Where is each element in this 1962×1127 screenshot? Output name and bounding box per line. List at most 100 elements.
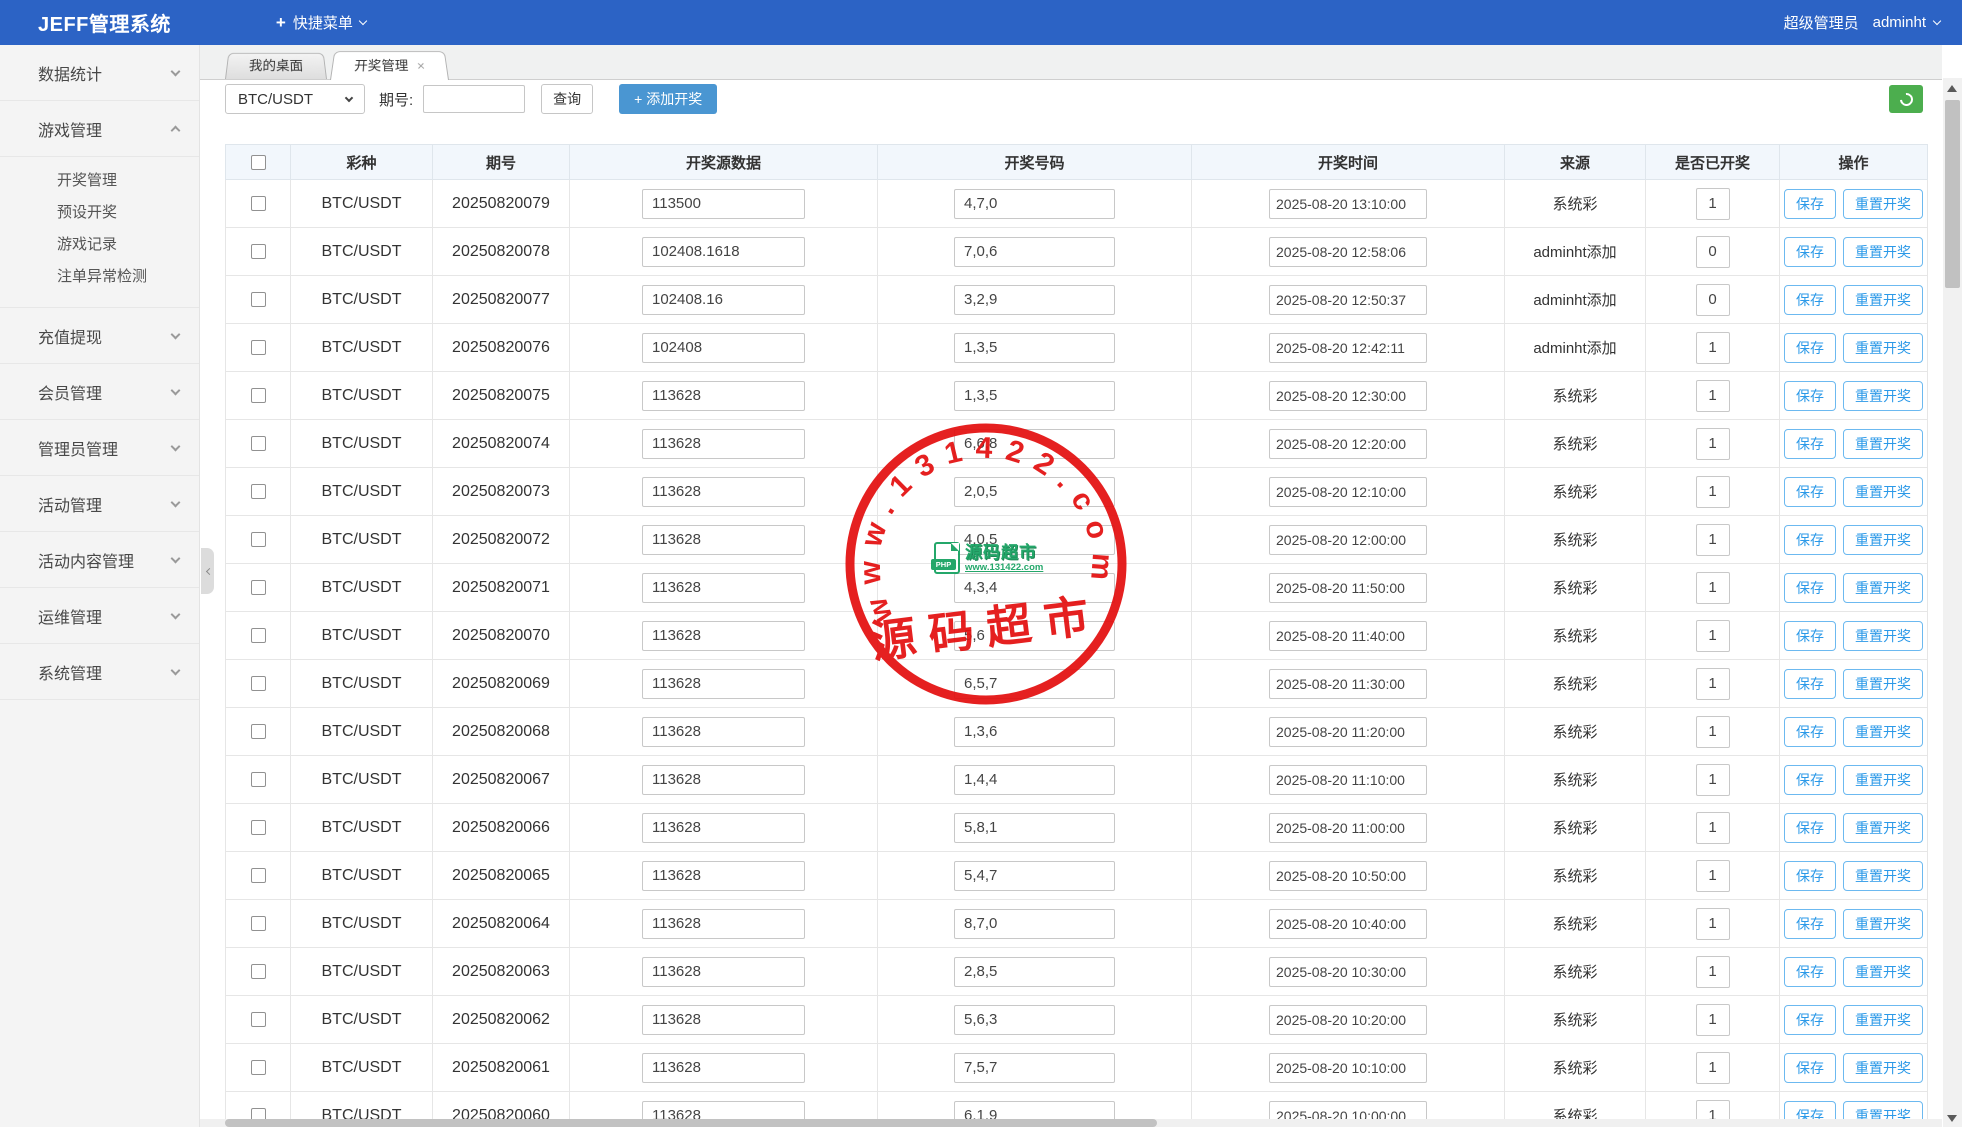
row-checkbox[interactable] [250,243,266,259]
issue-input[interactable] [423,85,526,113]
draw-time-input[interactable] [1269,236,1427,267]
row-checkbox[interactable] [250,1011,266,1027]
opened-flag-input[interactable] [1695,187,1730,220]
draw-numbers-input[interactable] [954,812,1115,843]
source-data-input[interactable] [642,284,805,315]
row-checkbox[interactable] [250,387,266,403]
quick-menu-button[interactable]: + 快捷菜单 [276,12,368,33]
draw-numbers-input[interactable] [954,572,1115,603]
source-data-input[interactable] [642,1004,805,1035]
save-button[interactable]: 保存 [1784,1004,1836,1035]
source-data-input[interactable] [642,524,805,555]
opened-flag-input[interactable] [1695,859,1730,892]
draw-time-input[interactable] [1269,428,1427,459]
source-data-input[interactable] [642,860,805,891]
opened-flag-input[interactable] [1695,955,1730,988]
draw-numbers-input[interactable] [954,908,1115,939]
reset-draw-button[interactable]: 重置开奖 [1843,236,1923,267]
source-data-input[interactable] [642,620,805,651]
save-button[interactable]: 保存 [1784,1052,1836,1083]
row-checkbox[interactable] [250,771,266,787]
draw-time-input[interactable] [1269,860,1427,891]
source-data-input[interactable] [642,1052,805,1083]
row-checkbox[interactable] [250,1059,266,1075]
reset-draw-button[interactable]: 重置开奖 [1843,476,1923,507]
opened-flag-input[interactable] [1695,811,1730,844]
lottery-select[interactable]: BTC/USDT [225,84,365,114]
sidebar-section-3[interactable]: 会员管理 [0,364,199,420]
vertical-scrollbar[interactable] [1943,78,1962,1127]
scroll-down-arrow-icon[interactable] [1947,1115,1957,1122]
sidebar-section-6[interactable]: 活动内容管理 [0,532,199,588]
sidebar-section-5[interactable]: 活动管理 [0,476,199,532]
save-button[interactable]: 保存 [1784,620,1836,651]
save-button[interactable]: 保存 [1784,956,1836,987]
draw-time-input[interactable] [1269,956,1427,987]
save-button[interactable]: 保存 [1784,908,1836,939]
sidebar-section-2[interactable]: 充值提现 [0,308,199,364]
source-data-input[interactable] [642,428,805,459]
draw-numbers-input[interactable] [954,380,1115,411]
save-button[interactable]: 保存 [1784,524,1836,555]
opened-flag-input[interactable] [1695,235,1730,268]
draw-time-input[interactable] [1269,524,1427,555]
query-button[interactable]: 查询 [541,84,594,114]
source-data-input[interactable] [642,188,805,219]
opened-flag-input[interactable] [1695,619,1730,652]
opened-flag-input[interactable] [1695,283,1730,316]
opened-flag-input[interactable] [1695,427,1730,460]
reset-draw-button[interactable]: 重置开奖 [1843,620,1923,651]
row-checkbox[interactable] [250,867,266,883]
row-checkbox[interactable] [250,339,266,355]
row-checkbox[interactable] [250,579,266,595]
row-checkbox[interactable] [250,675,266,691]
sidebar-section-7[interactable]: 运维管理 [0,588,199,644]
row-checkbox[interactable] [250,291,266,307]
source-data-input[interactable] [642,572,805,603]
sidebar-section-8[interactable]: 系统管理 [0,644,199,700]
save-button[interactable]: 保存 [1784,332,1836,363]
save-button[interactable]: 保存 [1784,668,1836,699]
row-checkbox[interactable] [250,483,266,499]
source-data-input[interactable] [642,908,805,939]
opened-flag-input[interactable] [1695,1003,1730,1036]
vertical-scrollbar-thumb[interactable] [1945,100,1960,288]
source-data-input[interactable] [642,764,805,795]
draw-numbers-input[interactable] [954,284,1115,315]
draw-numbers-input[interactable] [954,428,1115,459]
source-data-input[interactable] [642,668,805,699]
source-data-input[interactable] [642,716,805,747]
draw-numbers-input[interactable] [954,620,1115,651]
save-button[interactable]: 保存 [1784,764,1836,795]
opened-flag-input[interactable] [1695,475,1730,508]
save-button[interactable]: 保存 [1784,428,1836,459]
opened-flag-input[interactable] [1695,667,1730,700]
save-button[interactable]: 保存 [1784,716,1836,747]
tab-1[interactable]: 开奖管理 × [330,51,450,80]
draw-numbers-input[interactable] [954,236,1115,267]
sidebar-item[interactable]: 开奖管理 [0,165,199,197]
reset-draw-button[interactable]: 重置开奖 [1843,764,1923,795]
save-button[interactable]: 保存 [1784,380,1836,411]
reset-draw-button[interactable]: 重置开奖 [1843,188,1923,219]
opened-flag-input[interactable] [1695,763,1730,796]
reset-draw-button[interactable]: 重置开奖 [1843,332,1923,363]
source-data-input[interactable] [642,812,805,843]
row-checkbox[interactable] [250,195,266,211]
reset-draw-button[interactable]: 重置开奖 [1843,1052,1923,1083]
save-button[interactable]: 保存 [1784,860,1836,891]
draw-numbers-input[interactable] [954,956,1115,987]
row-checkbox[interactable] [250,435,266,451]
draw-numbers-input[interactable] [954,1004,1115,1035]
select-all-checkbox[interactable] [250,155,266,171]
save-button[interactable]: 保存 [1784,236,1836,267]
row-checkbox[interactable] [250,819,266,835]
opened-flag-input[interactable] [1695,331,1730,364]
save-button[interactable]: 保存 [1784,572,1836,603]
opened-flag-input[interactable] [1695,907,1730,940]
opened-flag-input[interactable] [1695,379,1730,412]
close-icon[interactable]: × [416,58,425,73]
draw-numbers-input[interactable] [954,332,1115,363]
sidebar-section-0[interactable]: 数据统计 [0,45,199,101]
horizontal-scrollbar[interactable] [200,1119,1942,1127]
